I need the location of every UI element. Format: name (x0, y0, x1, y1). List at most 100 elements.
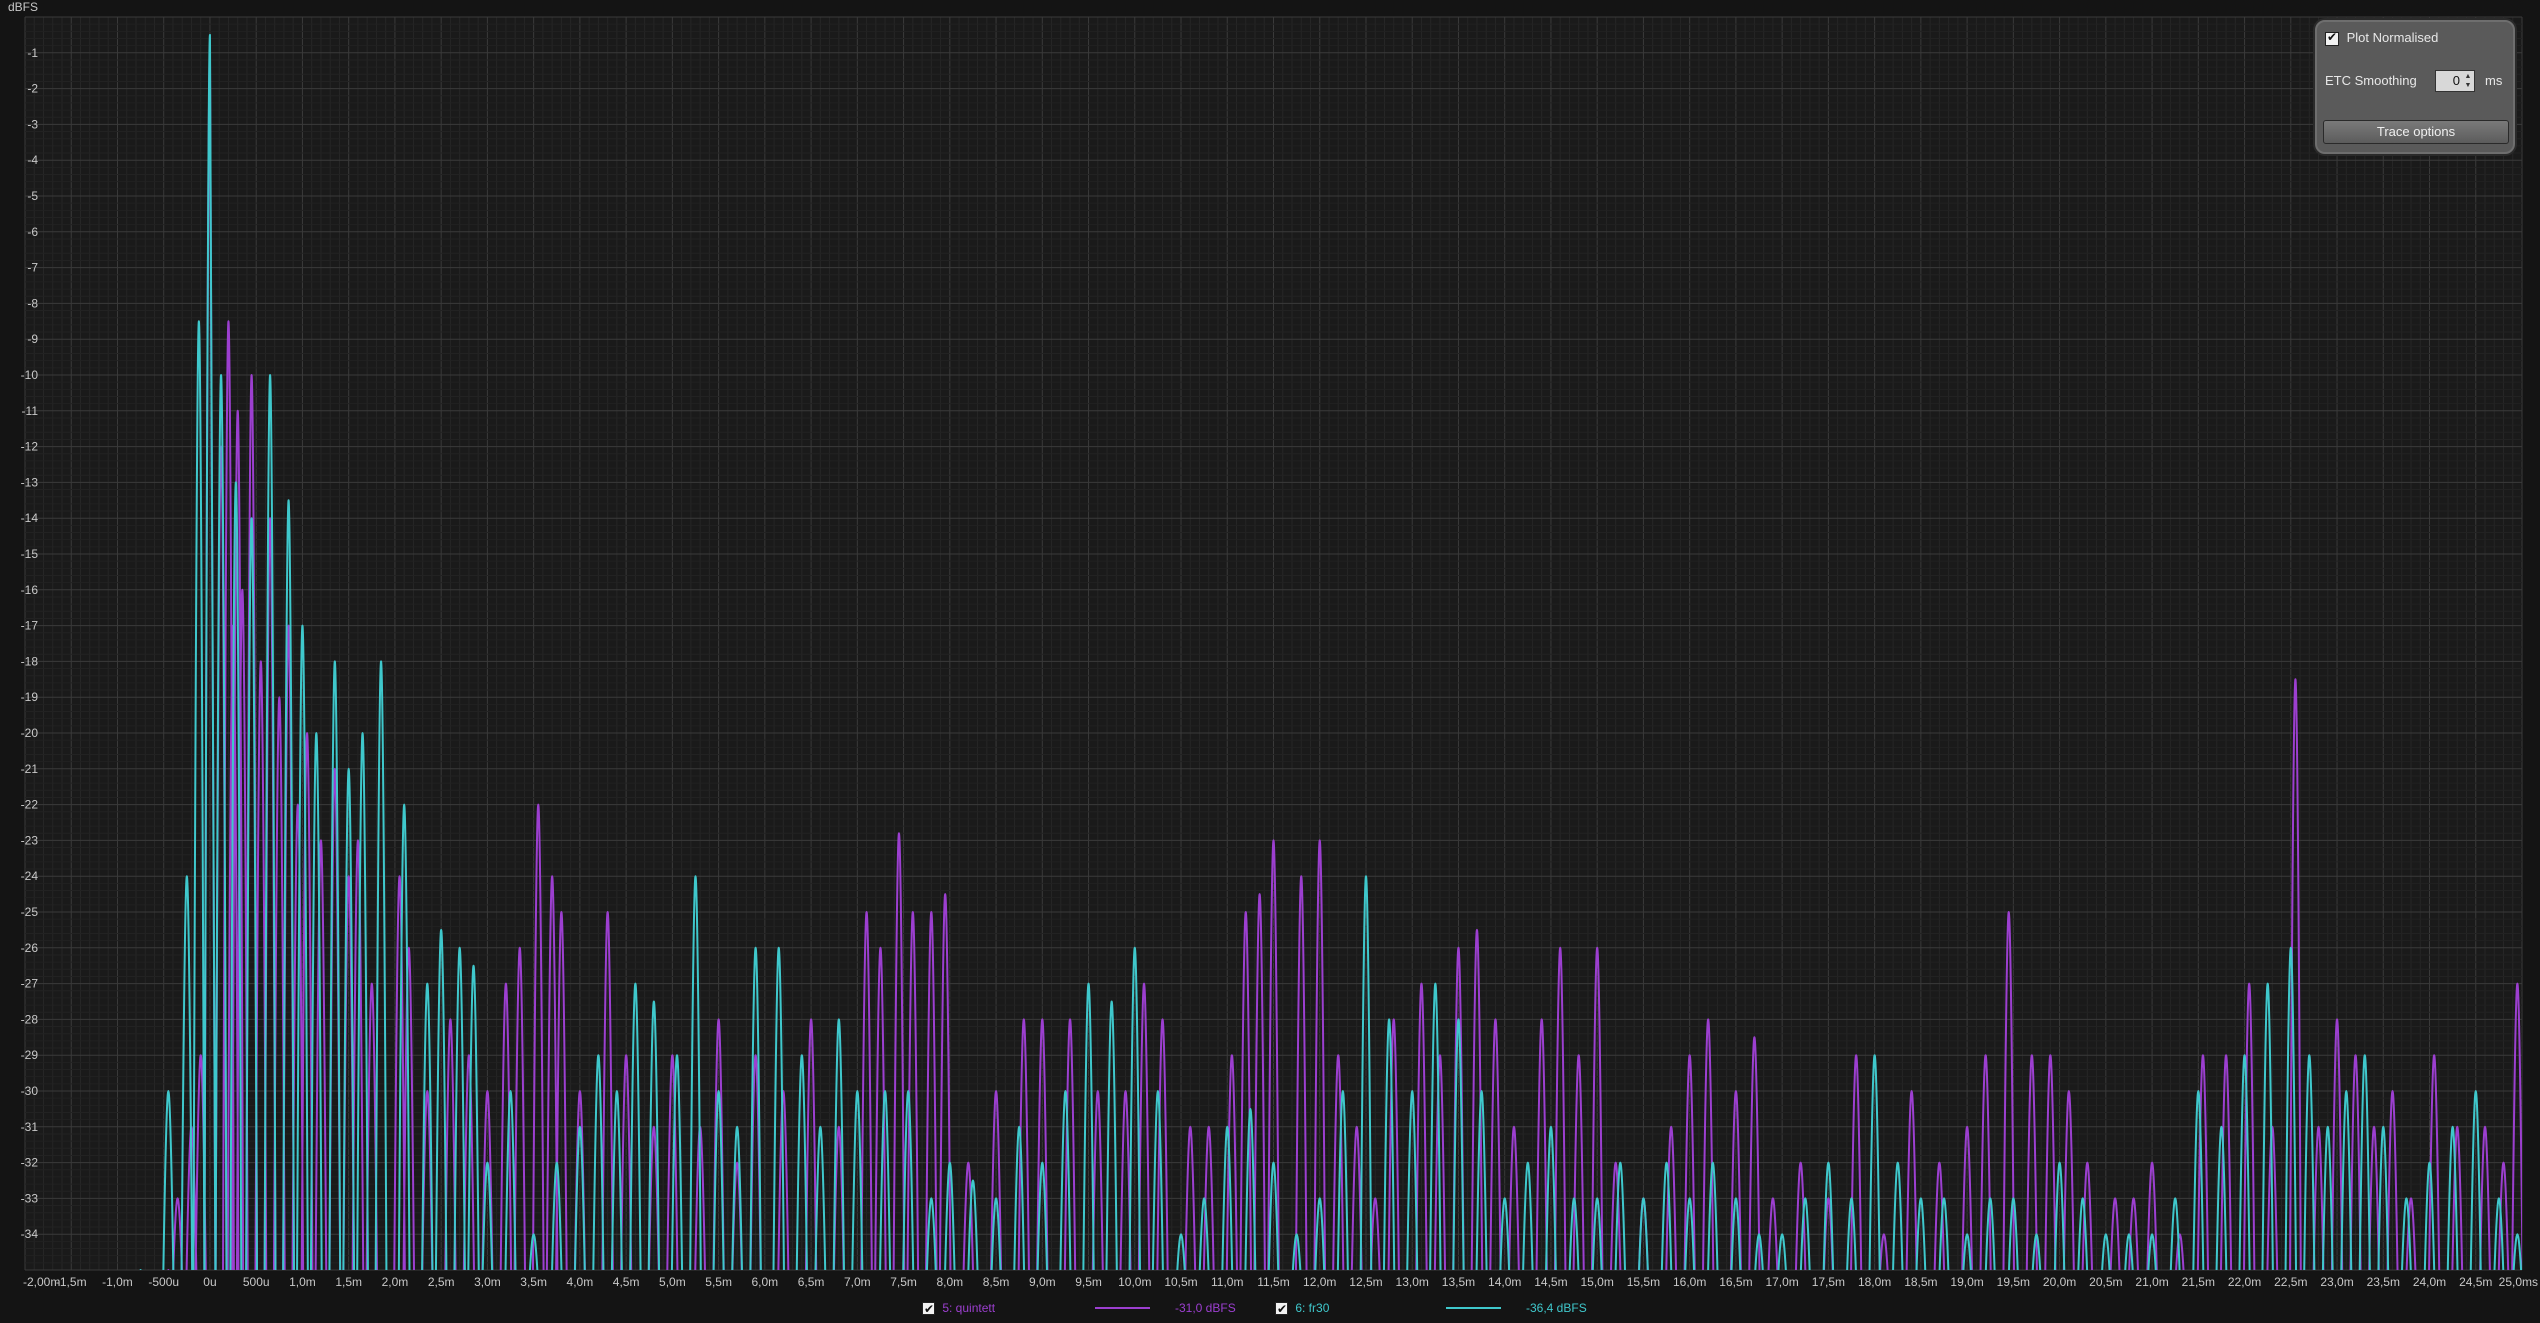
x-tick-label: 21,0m (2135, 1275, 2168, 1289)
y-tick-label: -6 (27, 225, 38, 239)
x-tick-label: 24,0m (2413, 1275, 2446, 1289)
x-tick-label: 18,0m (1858, 1275, 1891, 1289)
legend-level-quintett-wrap: -31,0 dBFS (1095, 1299, 1255, 1317)
x-tick-label: 1,0m (289, 1275, 316, 1289)
legend-level-fr30: -36,4 dBFS (1526, 1301, 1587, 1315)
y-axis-unit-label: dBFS (8, 0, 38, 14)
y-tick-label: -22 (21, 798, 39, 812)
x-tick-label: -1,5m (56, 1275, 87, 1289)
x-tick-label: 9,5m (1075, 1275, 1102, 1289)
x-tick-label: 7,0m (844, 1275, 871, 1289)
y-tick-label: -29 (21, 1048, 39, 1062)
x-tick-label: 7,5m (890, 1275, 917, 1289)
y-tick-label: -17 (21, 619, 39, 633)
x-tick-label: 10,5m (1164, 1275, 1197, 1289)
y-tick-label: -5 (27, 189, 38, 203)
x-tick-label: 2,5m (428, 1275, 455, 1289)
y-tick-label: -8 (27, 296, 38, 310)
x-tick-label: 25,0ms (2499, 1275, 2538, 1289)
x-tick-label: 19,5m (1997, 1275, 2030, 1289)
x-tick-label: 13,0m (1396, 1275, 1429, 1289)
x-tick-label: 2,0m (382, 1275, 409, 1289)
x-tick-label: 6,0m (752, 1275, 779, 1289)
y-tick-label: -28 (21, 1012, 39, 1026)
spin-arrows-icon[interactable]: ▲ ▼ (2463, 72, 2473, 90)
x-tick-label: 9,0m (1029, 1275, 1056, 1289)
x-tick-label: 5,0m (659, 1275, 686, 1289)
x-tick-label: -2,00m (23, 1275, 60, 1289)
x-axis-labels: -2,00m-1,5m -1,0m -500u 0u 500u 1,0m 1,5m 2,0m 2… (23, 1275, 2538, 1289)
x-tick-label: 8,0m (936, 1275, 963, 1289)
legend-checkbox-quintett[interactable] (922, 1300, 935, 1318)
x-tick-label: 18,5m (1904, 1275, 1937, 1289)
x-tick-label: 15,0m (1581, 1275, 1614, 1289)
x-tick-label: 4,0m (567, 1275, 594, 1289)
x-tick-label: 500u (243, 1275, 270, 1289)
y-tick-label: -31 (21, 1120, 39, 1134)
y-tick-label: -26 (21, 941, 39, 955)
etc-options-panel: Plot Normalised ETC Smoothing 0 ▲▼ ms Tr… (2315, 20, 2515, 154)
etc-smoothing-row: ETC Smoothing 0 ▲ ▼ ms (2325, 70, 2515, 92)
y-tick-label: -32 (21, 1156, 39, 1170)
plot-normalised-checkbox[interactable] (2325, 30, 2339, 46)
etc-smoothing-value: 0 (2452, 73, 2460, 88)
x-tick-label: 23,5m (2367, 1275, 2400, 1289)
x-tick-label: 0u (203, 1275, 216, 1289)
x-tick-label: 24,5m (2459, 1275, 2492, 1289)
y-tick-label: -20 (21, 726, 39, 740)
etc-smoothing-label: ETC Smoothing (2325, 73, 2417, 88)
y-tick-label: -2 (27, 82, 38, 96)
y-tick-label: -7 (27, 261, 38, 275)
legend-item-fr30[interactable]: 6: fr30 (1275, 1299, 1330, 1318)
legend-item-quintett[interactable]: 5: quintett (922, 1299, 996, 1318)
legend-checkbox-fr30[interactable] (1275, 1300, 1288, 1318)
y-tick-label: -27 (21, 977, 39, 991)
x-tick-label: 23,0m (2320, 1275, 2353, 1289)
y-tick-label: -30 (21, 1084, 39, 1098)
y-tick-label: -15 (21, 547, 39, 561)
etc-chart[interactable]: -1 -2 -3 -4 -5 -6 -7 -8 -9 -10 -11 -12 -13 -14 -15 -16 -… (0, 0, 2540, 1323)
x-tick-label: -500u (148, 1275, 179, 1289)
legend-level-fr30-wrap: -36,4 dBFS (1446, 1299, 1606, 1317)
y-tick-label: -16 (21, 583, 39, 597)
x-tick-label: 4,5m (613, 1275, 640, 1289)
plot-normalised-row[interactable]: Plot Normalised (2325, 30, 2438, 46)
legend-name-fr30: 6: fr30 (1295, 1301, 1330, 1315)
x-tick-label: 16,0m (1673, 1275, 1706, 1289)
x-tick-label: 6,5m (798, 1275, 825, 1289)
y-tick-label: -9 (27, 332, 38, 346)
y-tick-label: -24 (21, 869, 39, 883)
y-tick-label: -21 (21, 762, 39, 776)
x-tick-label: 16,5m (1719, 1275, 1752, 1289)
x-tick-label: 11,5m (1257, 1275, 1289, 1289)
x-tick-label: 22,0m (2228, 1275, 2261, 1289)
y-tick-label: -10 (21, 368, 39, 382)
x-tick-label: 3,0m (474, 1275, 501, 1289)
x-tick-label: 5,5m (705, 1275, 732, 1289)
legend-name-quintett: 5: quintett (942, 1301, 996, 1315)
x-tick-label: 20,5m (2089, 1275, 2122, 1289)
trace-options-button[interactable]: Trace options (2323, 120, 2509, 144)
etc-smoothing-spinbox[interactable]: 0 ▲ ▼ (2435, 70, 2475, 92)
y-tick-label: -33 (21, 1191, 39, 1205)
x-tick-label: 17,5m (1812, 1275, 1845, 1289)
y-tick-label: -3 (27, 117, 38, 131)
y-tick-label: -18 (21, 654, 39, 668)
y-tick-label: -34 (21, 1227, 39, 1241)
x-tick-label: 21,5m (2182, 1275, 2215, 1289)
y-tick-label: -4 (27, 153, 38, 167)
x-tick-label: 17,0m (1765, 1275, 1798, 1289)
y-tick-label: -23 (21, 833, 39, 847)
x-tick-label: 15,5m (1627, 1275, 1660, 1289)
x-tick-label: 20,0m (2043, 1275, 2076, 1289)
x-tick-label: 3,5m (520, 1275, 547, 1289)
x-tick-label: -1,0m (102, 1275, 133, 1289)
x-tick-label: 13,5m (1442, 1275, 1475, 1289)
x-tick-label: 22,5m (2274, 1275, 2307, 1289)
y-tick-label: -1 (27, 46, 38, 60)
y-tick-label: -11 (22, 404, 39, 418)
y-tick-label: -19 (21, 690, 39, 704)
x-tick-label: 12,0m (1303, 1275, 1336, 1289)
legend-swatch-quintett (1095, 1307, 1150, 1309)
plot-normalised-label: Plot Normalised (2346, 30, 2439, 45)
